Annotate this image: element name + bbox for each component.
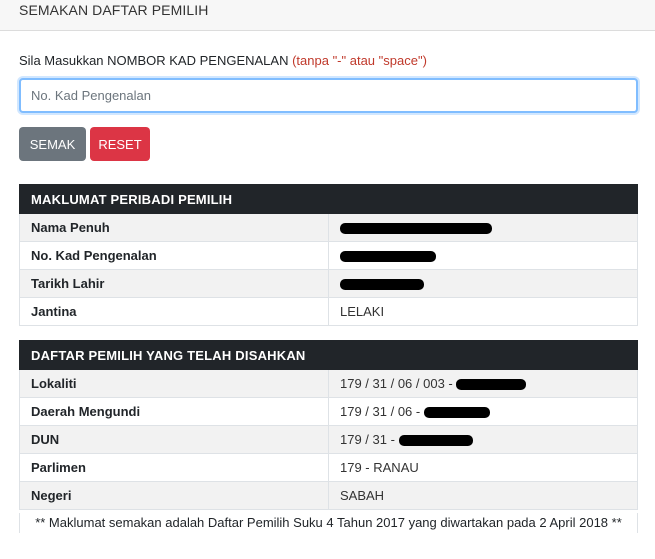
personal-info-heading: MAKLUMAT PERIBADI PEMILIH (19, 184, 638, 214)
ic-instruction: Sila Masukkan NOMBOR KAD PENGENALAN (tan… (19, 53, 427, 68)
redaction-mark (340, 223, 492, 235)
row-value-text: 179 / 31 - (340, 432, 395, 447)
full-name-value (328, 213, 638, 242)
redaction-mark (456, 379, 527, 391)
birth-date-value (328, 269, 638, 298)
page-title: SEMAKAN DAFTAR PEMILIH (19, 2, 209, 18)
table-row: DUN 179 / 31 - (19, 425, 638, 454)
dun-value: 179 / 31 - (328, 425, 638, 454)
ic-number-value (328, 241, 638, 270)
row-label: DUN (19, 425, 329, 454)
table-row: No. Kad Pengenalan (19, 241, 638, 270)
semak-button[interactable]: SEMAK (19, 127, 86, 161)
register-note: ** Maklumat semakan adalah Daftar Pemili… (19, 513, 638, 533)
table-row: Jantina LELAKI (19, 297, 638, 326)
row-label: Nama Penuh (19, 213, 329, 242)
instruction-hint: (tanpa "-" atau "space") (292, 53, 427, 68)
gender-value: LELAKI (328, 297, 638, 326)
table-row: Negeri SABAH (19, 481, 638, 510)
state-value: SABAH (328, 481, 638, 510)
table-row: Daerah Mengundi 179 / 31 / 06 - (19, 397, 638, 426)
row-label: No. Kad Pengenalan (19, 241, 329, 270)
row-label: Jantina (19, 297, 329, 326)
row-label: Lokaliti (19, 369, 329, 398)
redaction-mark (398, 435, 473, 447)
voter-register-table: DAFTAR PEMILIH YANG TELAH DISAHKAN Lokal… (19, 340, 638, 510)
row-label: Tarikh Lahir (19, 269, 329, 298)
table-row: Lokaliti 179 / 31 / 06 / 003 - (19, 369, 638, 398)
row-label: Negeri (19, 481, 329, 510)
table-row: Parlimen 179 - RANAU (19, 453, 638, 482)
instruction-text: Sila Masukkan NOMBOR KAD PENGENALAN (19, 53, 289, 68)
voter-register-heading: DAFTAR PEMILIH YANG TELAH DISAHKAN (19, 340, 638, 370)
table-row: Tarikh Lahir (19, 269, 638, 298)
table-row: Nama Penuh (19, 213, 638, 242)
row-label: Daerah Mengundi (19, 397, 329, 426)
ic-number-input[interactable] (19, 78, 638, 113)
polling-district-value: 179 / 31 / 06 - (328, 397, 638, 426)
personal-info-table: MAKLUMAT PERIBADI PEMILIH Nama Penuh No.… (19, 184, 638, 326)
row-label: Parlimen (19, 453, 329, 482)
locality-value: 179 / 31 / 06 / 003 - (328, 369, 638, 398)
redaction-mark (340, 251, 436, 263)
parliament-value: 179 - RANAU (328, 453, 638, 482)
card-header: SEMAKAN DAFTAR PEMILIH (0, 0, 655, 31)
redaction-mark (423, 407, 490, 419)
row-value-text: 179 / 31 / 06 / 003 - (340, 376, 453, 391)
reset-button[interactable]: RESET (90, 127, 150, 161)
row-value-text: 179 / 31 / 06 - (340, 404, 421, 419)
redaction-mark (340, 279, 424, 291)
